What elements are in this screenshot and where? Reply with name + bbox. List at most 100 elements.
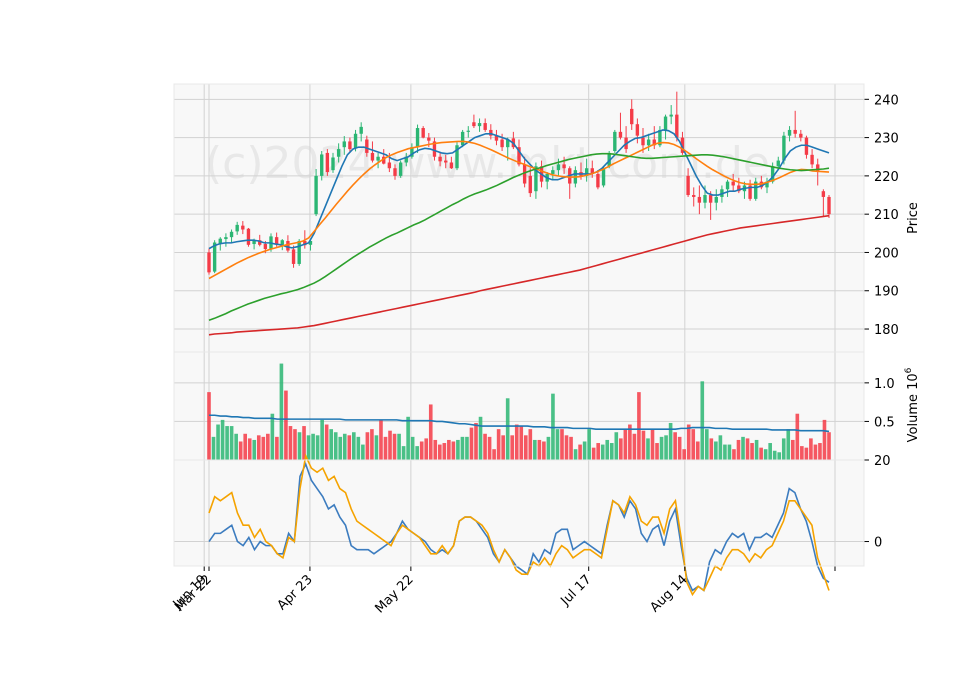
volume-bar <box>795 413 800 460</box>
candle-up <box>477 123 482 127</box>
candle-down <box>387 162 392 169</box>
volume-bar <box>374 435 379 460</box>
volume-bar <box>492 449 496 460</box>
volume-bar <box>609 443 614 460</box>
volume-bar <box>483 433 487 460</box>
candle-down <box>618 131 623 138</box>
volume-bar <box>211 436 216 460</box>
volume-bar <box>691 429 696 460</box>
candle-down <box>793 129 797 134</box>
volume-bar <box>352 432 356 460</box>
candle-down <box>449 162 454 169</box>
volume-bar <box>324 424 329 460</box>
volume-bar <box>723 444 727 460</box>
candle-down <box>286 240 290 251</box>
candle-down <box>630 108 634 125</box>
candle-up <box>336 149 341 157</box>
volume-axis-label: Volume 106 <box>904 367 921 442</box>
volume-bar <box>266 433 270 460</box>
candle-down <box>444 160 448 163</box>
y-tick-label: 210 <box>874 208 899 223</box>
volume-bar <box>220 419 225 460</box>
volume-axis-exponent: 6 <box>904 367 914 373</box>
volume-bar <box>419 441 424 460</box>
volume-bar <box>790 439 795 460</box>
volume-bar <box>424 438 429 460</box>
volume-bar <box>763 449 768 460</box>
y-tick-label: 220 <box>874 170 899 185</box>
volume-bar <box>315 435 320 460</box>
y-tick-label: 0 <box>874 536 882 551</box>
volume-bar <box>596 443 601 460</box>
volume-bar <box>822 419 827 460</box>
candle-up <box>320 154 324 176</box>
y-tick-label: 190 <box>874 285 899 300</box>
volume-bar <box>474 422 478 460</box>
volume-bar <box>243 433 248 460</box>
candle-up <box>646 139 651 146</box>
volume-bar <box>641 430 646 460</box>
volume-bar <box>591 447 596 460</box>
candle-up <box>353 133 358 149</box>
candle-up <box>218 238 222 244</box>
volume-bar <box>523 435 528 460</box>
y-tick-label: 20 <box>874 454 891 469</box>
volume-bar <box>487 436 492 460</box>
volume-bar <box>664 435 668 460</box>
volume-bar <box>342 433 347 460</box>
volume-bar <box>469 427 474 460</box>
volume-bar <box>768 443 772 460</box>
y-tick-label: 180 <box>874 323 899 338</box>
candle-down <box>500 139 504 148</box>
candle-up <box>703 195 707 203</box>
volume-bar <box>252 439 257 460</box>
volume-bar <box>501 435 505 460</box>
volume-bar <box>329 429 333 460</box>
candle-down <box>427 137 431 141</box>
candle-up <box>342 141 346 148</box>
candle-up <box>725 181 730 190</box>
volume-bar <box>632 433 637 460</box>
candle-down <box>472 122 476 127</box>
volume-bar <box>456 439 460 460</box>
volume-bar <box>505 398 510 460</box>
volume-bar <box>818 443 822 460</box>
candle-down <box>697 196 702 203</box>
candle-up <box>787 129 792 136</box>
candle-down <box>246 228 251 245</box>
volume-bar <box>555 429 560 460</box>
volume-bar <box>247 438 252 460</box>
y-tick-label: 200 <box>874 246 899 261</box>
candle-up <box>359 126 363 134</box>
volume-bar <box>781 438 786 460</box>
candle-up <box>601 168 606 186</box>
volume-bar <box>646 438 650 460</box>
volume-bar <box>587 429 591 460</box>
candle-down <box>483 123 487 130</box>
volume-bar <box>379 419 383 460</box>
volume-bar <box>279 363 284 460</box>
volume-bar <box>225 426 229 460</box>
candle-down <box>821 191 826 197</box>
candle-down <box>675 114 679 138</box>
candle-down <box>438 156 442 162</box>
volume-bar <box>514 424 519 460</box>
volume-bar <box>655 443 659 460</box>
volume-bar <box>216 424 220 460</box>
oscillator-panel-background <box>174 460 864 566</box>
volume-bar <box>827 432 831 460</box>
volume-bar <box>392 433 397 460</box>
volume-bar <box>695 441 700 460</box>
volume-bar <box>306 435 311 460</box>
volume-bar <box>560 429 564 460</box>
volume-bar <box>777 452 782 460</box>
volume-bar <box>809 438 813 460</box>
candle-up <box>460 131 465 146</box>
candle-up <box>297 240 301 264</box>
candle-up <box>663 116 668 130</box>
volume-bar <box>605 439 610 460</box>
candle-up <box>229 231 234 238</box>
volume-bar <box>682 449 686 460</box>
volume-bar <box>705 429 709 460</box>
candle-down <box>799 133 803 138</box>
